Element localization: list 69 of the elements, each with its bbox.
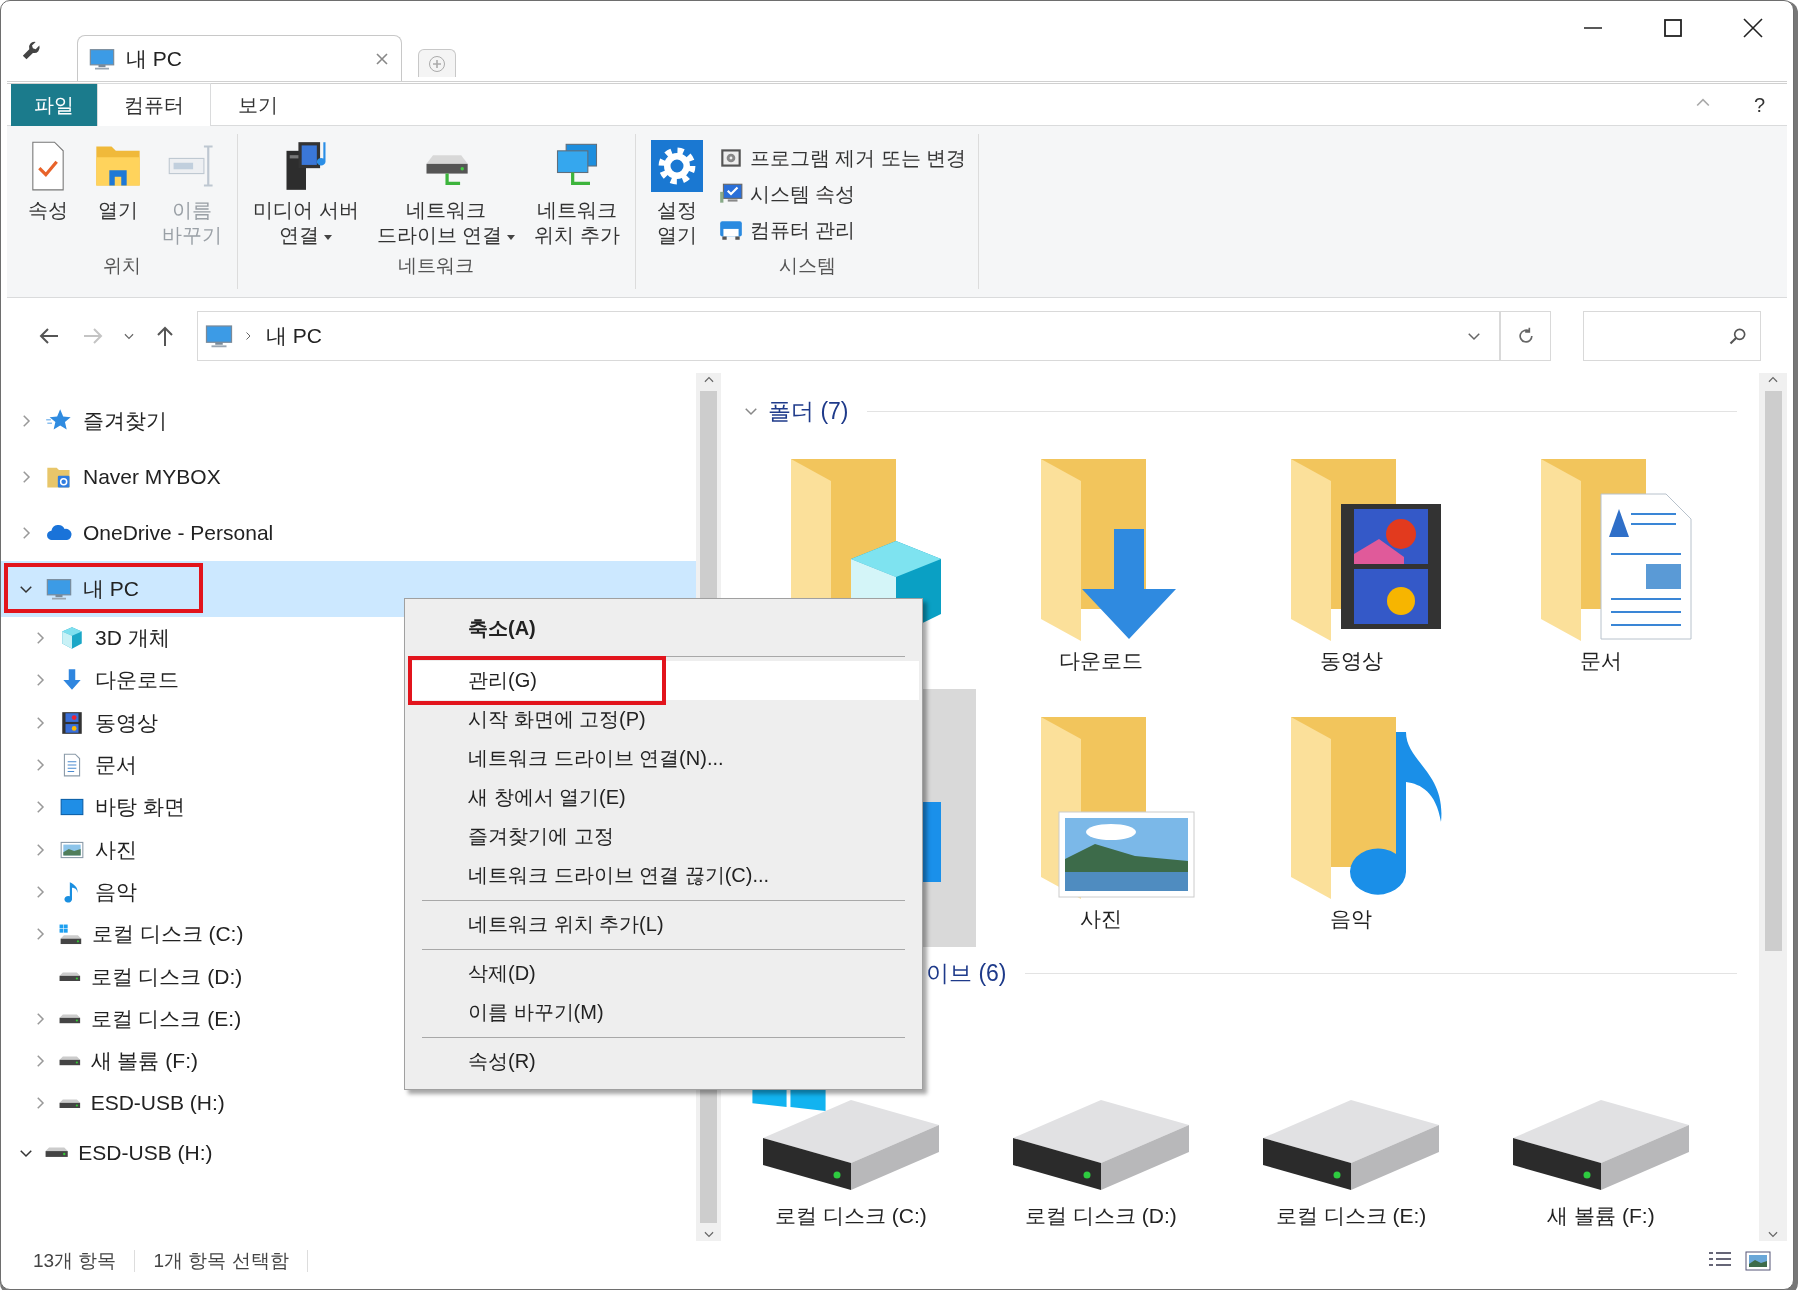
drive-item[interactable]: 로컬 디스크 (D:) (976, 993, 1226, 1238)
drive-icon (59, 923, 82, 945)
menu-item[interactable]: 삭제(D) (408, 954, 919, 993)
close-icon (1742, 17, 1764, 39)
folder-item[interactable]: 동영상 (1226, 431, 1476, 689)
menu-item[interactable]: 이름 바꾸기(M) (408, 993, 919, 1032)
group-label: 네트워크 (398, 254, 475, 278)
drive-item[interactable]: 로컬 디스크 (E:) (1226, 993, 1476, 1238)
close-icon[interactable] (375, 51, 389, 66)
group-label: 시스템 (778, 254, 836, 278)
breadcrumb-item[interactable]: 내 PC (262, 321, 326, 350)
menu-item[interactable]: 네트워크 위치 추가(L) (408, 905, 919, 944)
status-text: 13개 항목 (33, 1249, 117, 1273)
folder-item[interactable]: 문서 (1476, 431, 1726, 689)
ribbon-button[interactable]: 설정 열기 (641, 138, 712, 250)
tree-item[interactable]: ESD-USB (H:) (1, 1124, 696, 1181)
maximize-icon (1663, 18, 1683, 38)
settings-icon (650, 140, 703, 192)
tab-title: 내 PC (126, 45, 183, 72)
folder-item[interactable]: 음악 (1226, 689, 1476, 947)
ribbon-button[interactable]: 프로그램 제거 또는 변경 (711, 140, 973, 176)
ribbon-button[interactable]: 네트워크 위치 추가 (525, 138, 629, 250)
drive-icon (761, 1098, 941, 1192)
drive-item[interactable]: 새 볼륨 (F:) (1476, 993, 1726, 1238)
ribbon-button[interactable]: 열기 (83, 138, 153, 225)
tree-item[interactable]: 즐겨찾기 (1, 393, 696, 449)
menu-item[interactable]: 속성(R) (408, 1042, 919, 1081)
folder-item[interactable]: 사진 (976, 689, 1226, 947)
help-button[interactable]: ? (1727, 84, 1781, 126)
folder-item[interactable]: 다운로드 (976, 431, 1226, 689)
ribbon-tab[interactable]: 컴퓨터 (97, 83, 211, 126)
ribbon-tab[interactable]: 보기 (211, 84, 305, 126)
menu-item[interactable]: 네트워크 드라이브 연결(N)... (408, 739, 919, 778)
cube-icon (59, 625, 85, 652)
minimize-icon (1583, 26, 1603, 30)
menu-item[interactable]: 시작 화면에 고정(P) (408, 700, 919, 739)
search-field[interactable] (1583, 310, 1761, 361)
refresh-button[interactable] (1501, 310, 1551, 361)
drive-icon (59, 1056, 81, 1066)
group-header: 이브 (6) (926, 958, 1007, 988)
ribbon-button[interactable]: 네트워크 드라이브 연결 (367, 138, 526, 250)
drive-icon (1011, 1098, 1191, 1192)
ribbon-button[interactable]: 속성 (13, 138, 83, 225)
menu-item[interactable]: 새 창에서 열기(E) (408, 778, 919, 817)
address-bar[interactable]: 내 PC (197, 310, 1501, 361)
drive-icon (1261, 1098, 1441, 1192)
drive-icon (59, 1098, 81, 1109)
tree-item[interactable]: Naver MYBOX (1, 449, 696, 505)
drive-icon (59, 971, 81, 982)
file-tab[interactable]: 파일 (11, 84, 97, 126)
browser-tab[interactable]: 내 PC (77, 35, 402, 81)
ribbon-button[interactable]: 시스템 속성 (711, 176, 973, 212)
tree-item[interactable]: ESD-USB (H:) (1, 1082, 696, 1125)
plus-icon (428, 54, 446, 73)
new-tab-button[interactable] (418, 49, 456, 77)
group-header: 폴더 (7) (768, 396, 849, 426)
status-text: 1개 항목 선택함 (153, 1249, 289, 1273)
group-label: 위치 (103, 254, 141, 278)
menu-item[interactable]: 즐겨찾기에 고정 (408, 817, 919, 856)
menu-item[interactable]: 네트워크 드라이브 연결 끊기(C)... (408, 856, 919, 895)
film-icon (59, 709, 85, 736)
drive-icon (45, 1147, 69, 1158)
ribbon-button[interactable]: 미디어 서버 연결 (244, 138, 368, 250)
drive-icon (59, 1013, 81, 1024)
scrollbar[interactable] (1759, 373, 1787, 1241)
drive-icon (1511, 1098, 1691, 1192)
ribbon-button[interactable]: 컴퓨터 관리 (711, 212, 973, 248)
large-icons-view-icon[interactable] (1745, 1250, 1771, 1272)
tree-item[interactable]: OneDrive - Personal (1, 505, 696, 561)
